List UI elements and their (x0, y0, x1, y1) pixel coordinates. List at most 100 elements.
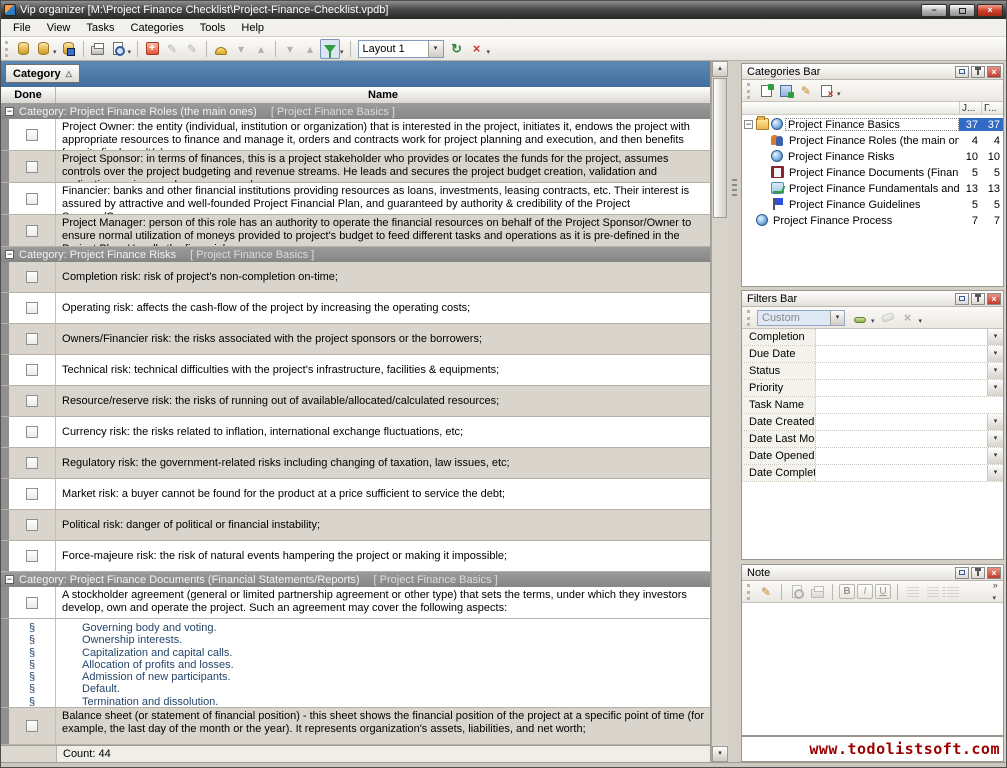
apply-filter-button[interactable] (851, 309, 869, 327)
chevron-down-icon[interactable]: ▾ (830, 311, 844, 325)
categories-toolbar-caret[interactable]: ▾ (837, 90, 841, 98)
bullet-list-button[interactable] (944, 583, 962, 601)
toolbar-grip[interactable] (747, 310, 751, 326)
task-row[interactable]: Completion risk: risk of project's non-c… (1, 262, 710, 293)
new-task-button[interactable]: + (142, 39, 162, 59)
menu-file[interactable]: File (5, 20, 39, 36)
filter-value[interactable] (816, 346, 987, 362)
done-checkbox[interactable] (26, 364, 38, 376)
panel-close-button[interactable]: × (987, 567, 1001, 579)
delete-layout-button[interactable]: × (467, 39, 487, 59)
filter-dropdown-caret[interactable]: ▾ (340, 48, 344, 56)
complete-task-button[interactable] (211, 39, 231, 59)
save-database-button[interactable] (59, 39, 79, 59)
scrollbar-track[interactable] (712, 219, 728, 746)
collapse-group-icon[interactable]: − (5, 250, 14, 259)
note-preview-button[interactable] (788, 583, 806, 601)
group-by-category-button[interactable]: Category △ (5, 64, 80, 83)
move-down-button[interactable]: ▾ (231, 39, 251, 59)
task-row[interactable]: Owners/Financier risk: the risks associa… (1, 324, 710, 355)
menu-view[interactable]: View (39, 20, 79, 36)
done-checkbox[interactable] (26, 720, 38, 732)
chevron-down-icon[interactable]: ▾ (987, 380, 1003, 396)
category-group-header[interactable]: − Category: Project Finance Documents (F… (1, 572, 710, 587)
task-row[interactable]: Balance sheet (or statement of financial… (1, 708, 710, 745)
panel-pin-button[interactable] (971, 293, 985, 305)
toolbar-grip[interactable] (747, 584, 751, 600)
chevron-down-icon[interactable]: ▾ (987, 414, 1003, 430)
panel-close-button[interactable]: × (987, 66, 1001, 78)
edit-note-button[interactable]: ✎ (757, 583, 775, 601)
panel-float-button[interactable] (955, 567, 969, 579)
underline-button[interactable]: U (875, 584, 891, 599)
filter-value[interactable] (816, 329, 987, 345)
scroll-up-arrow[interactable]: ▴ (712, 61, 728, 77)
task-row[interactable]: Force-majeure risk: the risk of natural … (1, 541, 710, 572)
layout-combobox[interactable]: Layout 1 ▾ (358, 40, 444, 58)
clear-filter-button[interactable] (879, 309, 897, 327)
tree-count-column-2[interactable]: Г... (981, 102, 1003, 114)
open-dropdown-caret[interactable]: ▾ (53, 48, 57, 56)
chevron-down-icon[interactable]: ▾ (987, 363, 1003, 379)
category-tree-item[interactable]: − Project Finance Basics 37 37 (742, 116, 1003, 132)
delete-category-button[interactable] (817, 82, 835, 100)
task-row[interactable]: Technical risk: technical difficulties w… (1, 355, 710, 386)
new-database-button[interactable] (13, 39, 33, 59)
align-right-button[interactable] (924, 583, 942, 601)
chevron-down-icon[interactable]: ▾ (428, 41, 443, 57)
delete-filter-button[interactable]: × (899, 309, 917, 327)
duplicate-task-button[interactable]: ✎ (182, 39, 202, 59)
toolbar-overflow[interactable]: » ▾ (992, 582, 1000, 602)
task-row[interactable]: Market risk: a buyer cannot be found for… (1, 479, 710, 510)
panel-pin-button[interactable] (971, 66, 985, 78)
done-checkbox[interactable] (26, 193, 38, 205)
menu-tools[interactable]: Tools (192, 20, 234, 36)
restore-button[interactable] (949, 4, 975, 17)
category-tree-item[interactable]: Project Finance Guidelines 5 5 (742, 196, 1003, 212)
minimize-button[interactable]: − (921, 4, 947, 17)
print-button[interactable] (88, 39, 108, 59)
task-row[interactable]: Operating risk: affects the cash-flow of… (1, 293, 710, 324)
done-checkbox[interactable] (26, 161, 38, 173)
done-checkbox[interactable] (26, 426, 38, 438)
print-preview-button[interactable] (108, 39, 128, 59)
menu-tasks[interactable]: Tasks (78, 20, 122, 36)
scrollbar-thumb[interactable] (713, 78, 727, 218)
filter-value[interactable] (816, 363, 987, 379)
collapse-group-icon[interactable]: − (5, 107, 14, 116)
close-button[interactable]: × (977, 4, 1003, 17)
task-row[interactable]: Political risk: danger of political or f… (1, 510, 710, 541)
category-tree-item[interactable]: Project Finance Documents (Financial Sta… (742, 164, 1003, 180)
filter-value[interactable] (816, 414, 987, 430)
note-content[interactable] (742, 603, 1003, 735)
filter-button[interactable] (320, 39, 340, 59)
done-checkbox[interactable] (26, 597, 38, 609)
bold-button[interactable]: B (839, 584, 855, 599)
task-row[interactable]: Project Sponsor: in terms of finances, t… (1, 151, 710, 183)
task-row[interactable]: Resource/reserve risk: the risks of runn… (1, 386, 710, 417)
done-checkbox[interactable] (26, 271, 38, 283)
filters-toolbar-caret[interactable]: ▾ (919, 317, 923, 325)
filter-value[interactable] (816, 431, 987, 447)
panel-float-button[interactable] (955, 293, 969, 305)
done-checkbox[interactable] (26, 225, 38, 237)
menu-help[interactable]: Help (233, 20, 272, 36)
done-checkbox[interactable] (26, 488, 38, 500)
new-category-button[interactable] (757, 82, 775, 100)
task-row[interactable]: A stockholder agreement (general or limi… (1, 587, 710, 619)
toolbar-grip[interactable] (5, 41, 9, 57)
italic-button[interactable]: I (857, 584, 873, 599)
done-checkbox[interactable] (26, 550, 38, 562)
move-up-button[interactable]: ▴ (251, 39, 271, 59)
category-tree-item[interactable]: Project Finance Fundamentals and Control… (742, 180, 1003, 196)
filter-value[interactable] (816, 397, 1003, 413)
filter-value[interactable] (816, 380, 987, 396)
done-checkbox[interactable] (26, 333, 38, 345)
menu-categories[interactable]: Categories (123, 20, 192, 36)
category-tree-item[interactable]: Project Finance Roles (the main ones) 4 … (742, 132, 1003, 148)
task-row[interactable]: Regulatory risk: the government-related … (1, 448, 710, 479)
chevron-down-icon[interactable]: ▾ (987, 448, 1003, 464)
done-checkbox[interactable] (26, 302, 38, 314)
category-group-header[interactable]: − Category: Project Finance Risks [ Proj… (1, 247, 710, 262)
task-row[interactable]: Project Manager: person of this role has… (1, 215, 710, 247)
